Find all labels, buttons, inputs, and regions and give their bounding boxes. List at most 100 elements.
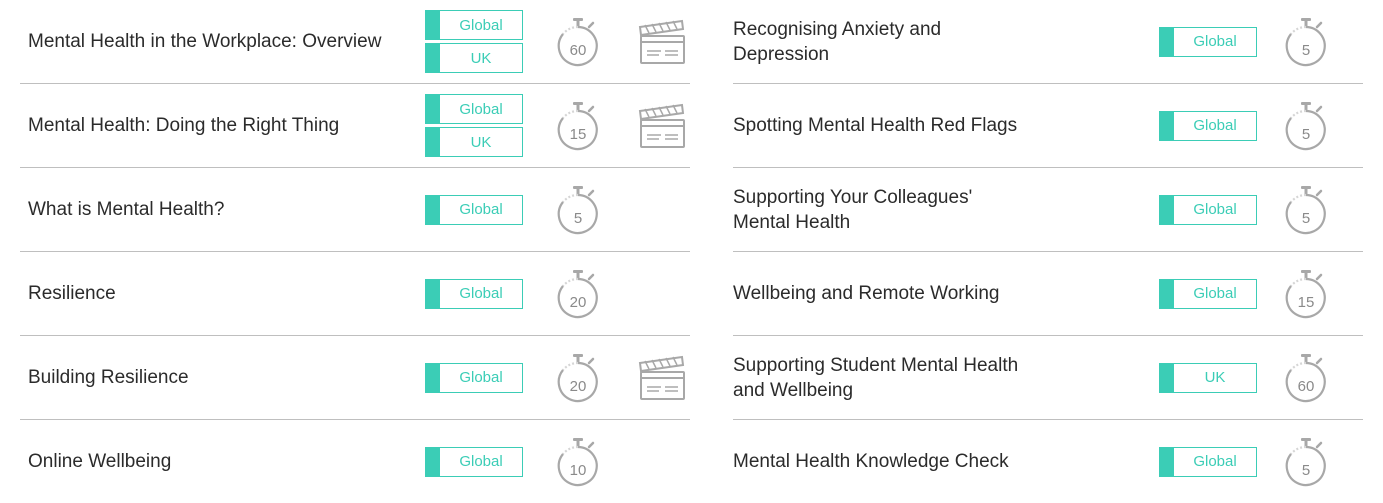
- tag-accent-bar: [1160, 279, 1174, 308]
- tag-label: Global: [459, 201, 503, 218]
- tag-accent-bar: [426, 95, 440, 123]
- tag-label: Global: [459, 453, 503, 470]
- tag-label: Global: [1193, 285, 1237, 302]
- course-title[interactable]: Resilience: [28, 252, 388, 335]
- region-tags: Global: [1159, 420, 1257, 503]
- region-tags: Global: [1159, 252, 1257, 335]
- duration-minutes: 20: [570, 378, 587, 395]
- tag-label: UK: [470, 133, 492, 151]
- region-tag: UK: [425, 43, 523, 73]
- duration-minutes: 10: [570, 462, 587, 479]
- region-tags: Global: [425, 420, 523, 503]
- tag-label: Global: [459, 16, 503, 34]
- stopwatch-icon: 5: [1283, 437, 1329, 491]
- region-tag: Global: [1159, 278, 1257, 309]
- tag-accent-bar: [426, 363, 440, 392]
- course-list-right: Recognising Anxiety and Depression Global…: [733, 0, 1363, 503]
- course-title[interactable]: What is Mental Health?: [28, 168, 388, 251]
- region-tags: Global: [425, 168, 523, 251]
- region-tag: Global: [425, 446, 523, 477]
- region-tag: Global: [425, 278, 523, 309]
- region-tag: Global: [1159, 194, 1257, 225]
- duration-minutes: 5: [1302, 210, 1310, 227]
- course-row[interactable]: Supporting Student Mental Health and Wel…: [733, 336, 1363, 420]
- stopwatch-icon: 5: [1283, 17, 1329, 71]
- tag-label: Global: [1193, 453, 1237, 470]
- tag-label: Global: [459, 285, 503, 302]
- course-list-left: Mental Health in the Workplace: Overview…: [20, 0, 690, 503]
- course-title[interactable]: Mental Health in the Workplace: Overview: [28, 0, 388, 83]
- course-row[interactable]: Mental Health in the Workplace: Overview…: [20, 0, 690, 84]
- duration-minutes: 15: [1298, 294, 1315, 311]
- region-tags: Global: [425, 252, 523, 335]
- tag-accent-bar: [426, 447, 440, 476]
- tag-accent-bar: [426, 279, 440, 308]
- tag-label: UK: [1204, 369, 1226, 386]
- duration-minutes: 60: [1298, 378, 1315, 395]
- tag-accent-bar: [1160, 447, 1174, 476]
- region-tag: Global: [425, 94, 523, 124]
- region-tag: Global: [1159, 110, 1257, 141]
- course-row[interactable]: Building Resilience Global 20: [20, 336, 690, 420]
- region-tags: Global UK: [425, 84, 523, 167]
- tag-accent-bar: [426, 44, 440, 72]
- duration-minutes: 5: [1302, 462, 1310, 479]
- region-tags: Global UK: [425, 0, 523, 83]
- course-row[interactable]: Mental Health Knowledge Check Global 5: [733, 420, 1363, 503]
- course-title[interactable]: Supporting Your Colleagues' Mental Healt…: [733, 168, 1033, 251]
- tag-accent-bar: [1160, 195, 1174, 224]
- tag-label: Global: [1193, 201, 1237, 218]
- region-tag: Global: [425, 362, 523, 393]
- duration-minutes: 15: [570, 126, 587, 143]
- course-row[interactable]: Online Wellbeing Global 10: [20, 420, 690, 503]
- region-tag: Global: [425, 194, 523, 225]
- course-row[interactable]: Recognising Anxiety and Depression Global…: [733, 0, 1363, 84]
- clapperboard-icon: [637, 353, 687, 401]
- tag-label: Global: [1193, 33, 1237, 50]
- region-tags: Global: [1159, 0, 1257, 83]
- course-row[interactable]: Wellbeing and Remote Working Global 15: [733, 252, 1363, 336]
- region-tags: Global: [425, 336, 523, 419]
- stopwatch-icon: 15: [1283, 269, 1329, 323]
- course-row[interactable]: Mental Health: Doing the Right Thing Glob…: [20, 84, 690, 168]
- stopwatch-icon: 5: [1283, 101, 1329, 155]
- duration-minutes: 5: [574, 210, 582, 227]
- region-tag: Global: [1159, 446, 1257, 477]
- stopwatch-icon: 20: [555, 269, 601, 323]
- stopwatch-icon: 60: [1283, 353, 1329, 407]
- course-title[interactable]: Wellbeing and Remote Working: [733, 252, 1033, 335]
- region-tags: Global: [1159, 84, 1257, 167]
- clapperboard-icon: [637, 17, 687, 65]
- course-row[interactable]: Resilience Global 20: [20, 252, 690, 336]
- region-tags: UK: [1159, 336, 1257, 419]
- course-row[interactable]: What is Mental Health? Global 5: [20, 168, 690, 252]
- clapperboard-icon: [637, 101, 687, 149]
- tag-accent-bar: [426, 11, 440, 39]
- tag-label: Global: [1193, 117, 1237, 134]
- tag-accent-bar: [426, 128, 440, 156]
- course-title[interactable]: Spotting Mental Health Red Flags: [733, 84, 1033, 167]
- course-row[interactable]: Supporting Your Colleagues' Mental Healt…: [733, 168, 1363, 252]
- course-title[interactable]: Mental Health Knowledge Check: [733, 420, 1033, 503]
- course-title[interactable]: Mental Health: Doing the Right Thing: [28, 84, 388, 167]
- tag-accent-bar: [426, 195, 440, 224]
- tag-accent-bar: [1160, 363, 1174, 392]
- tag-label: Global: [459, 369, 503, 386]
- course-title[interactable]: Supporting Student Mental Health and Wel…: [733, 336, 1033, 419]
- duration-minutes: 5: [1302, 42, 1310, 59]
- tag-accent-bar: [1160, 27, 1174, 56]
- stopwatch-icon: 5: [555, 185, 601, 239]
- course-title[interactable]: Building Resilience: [28, 336, 388, 419]
- stopwatch-icon: 10: [555, 437, 601, 491]
- course-title[interactable]: Online Wellbeing: [28, 420, 388, 503]
- duration-minutes: 20: [570, 294, 587, 311]
- course-title[interactable]: Recognising Anxiety and Depression: [733, 0, 1033, 83]
- stopwatch-icon: 20: [555, 353, 601, 407]
- duration-minutes: 60: [570, 42, 587, 59]
- course-row[interactable]: Spotting Mental Health Red Flags Global 5: [733, 84, 1363, 168]
- stopwatch-icon: 60: [555, 17, 601, 71]
- region-tag: UK: [425, 127, 523, 157]
- tag-label: Global: [459, 100, 503, 118]
- stopwatch-icon: 15: [555, 101, 601, 155]
- duration-minutes: 5: [1302, 126, 1310, 143]
